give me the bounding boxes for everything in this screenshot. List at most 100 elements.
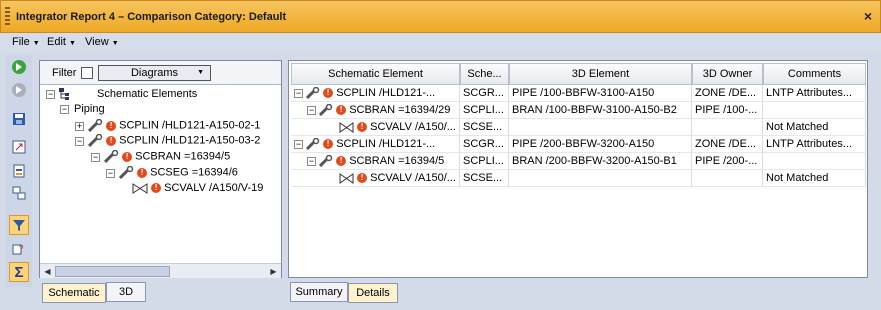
column-header[interactable]: Comments: [763, 63, 866, 85]
scroll-thumb[interactable]: [55, 266, 170, 277]
table-cell: [692, 119, 763, 136]
schematic-element-text: SCPLIN /HLD121-...: [336, 87, 436, 99]
schematic-element-text: SCBRAN =16394/29: [349, 104, 451, 116]
schematic-tree-panel: Filter Diagrams ▼ − Schematic Elements −…: [39, 60, 282, 278]
table-cell: [509, 170, 692, 187]
compare-icon[interactable]: [9, 183, 29, 203]
valve-icon: [339, 172, 354, 184]
gray-forward-icon[interactable]: [9, 80, 29, 100]
table-cell: − ! SCPLIN /HLD121-...: [291, 136, 460, 153]
menu-bar: File ▼ Edit ▼ View ▼: [0, 33, 881, 52]
column-header[interactable]: Schematic Element: [291, 63, 460, 85]
filter-checkbox[interactable]: [81, 67, 93, 79]
table-cell: SCPLI...: [460, 153, 509, 170]
collapse-toggle[interactable]: −: [75, 137, 84, 146]
menu-file-label: File: [12, 36, 30, 48]
scroll-left-icon[interactable]: ◀: [41, 265, 54, 278]
menu-file[interactable]: File ▼: [12, 36, 40, 48]
report-icon[interactable]: [9, 161, 29, 181]
menu-view[interactable]: View ▼: [85, 36, 119, 48]
collapse-toggle[interactable]: −: [91, 153, 100, 162]
pipe-icon: [88, 119, 103, 132]
collapse-toggle[interactable]: −: [106, 169, 115, 178]
table-cell: PIPE /100-...: [692, 102, 763, 119]
valve-icon: [132, 182, 148, 194]
collapse-toggle[interactable]: −: [294, 139, 303, 149]
chevron-down-icon: ▼: [69, 40, 76, 47]
tree-root-icon: [59, 88, 73, 105]
export-icon[interactable]: [9, 137, 29, 157]
green-forward-icon[interactable]: [9, 57, 29, 77]
warning-icon: !: [336, 156, 347, 167]
scroll-right-icon[interactable]: ▶: [267, 265, 280, 278]
schematic-element-text: SCBRAN =16394/5: [349, 155, 445, 167]
toolstrip: ? Σ: [6, 55, 32, 287]
tree-root-label[interactable]: Schematic Elements: [97, 88, 197, 101]
close-icon[interactable]: ×: [864, 8, 872, 24]
tree-item-scplin-2[interactable]: ! SCPLIN /HLD121-A150-03-2: [88, 134, 260, 147]
collapse-toggle[interactable]: −: [307, 156, 316, 166]
filter-dropdown[interactable]: Diagrams ▼: [98, 65, 211, 81]
tab-schematic[interactable]: Schematic: [42, 283, 106, 303]
tab-details[interactable]: Details: [348, 283, 398, 303]
table-cell: − ! SCBRAN =16394/5: [291, 153, 460, 170]
table-cell: LNTP Attributes...: [763, 85, 866, 102]
pipe-icon: [306, 87, 320, 100]
table-cell: ! SCVALV /A150/...: [291, 119, 460, 136]
table-cell: PIPE /200-BBFW-3200-A150: [509, 136, 692, 153]
tree-item-scvalv[interactable]: ! SCVALV /A150/V-19: [132, 182, 263, 195]
table-cell: SCPLI...: [460, 102, 509, 119]
collapse-toggle[interactable]: −: [46, 90, 55, 99]
tree-item-label: SCVALV /A150/V-19: [164, 182, 264, 194]
pipe-icon: [306, 138, 320, 151]
warning-icon: !: [137, 167, 148, 178]
collapse-toggle[interactable]: −: [307, 105, 316, 115]
expand-toggle[interactable]: +: [75, 122, 84, 131]
filter-icon[interactable]: [9, 215, 29, 235]
table-cell: ZONE /DE...: [692, 136, 763, 153]
tree-item-piping[interactable]: Piping: [74, 103, 105, 116]
comparison-table: Schematic Element Sche... 3D Element 3D …: [288, 60, 868, 278]
collapse-toggle[interactable]: −: [60, 105, 69, 114]
chevron-down-icon: ▼: [197, 69, 204, 76]
menu-edit[interactable]: Edit ▼: [47, 36, 76, 48]
column-header[interactable]: 3D Element: [509, 63, 692, 85]
table-cell: [692, 170, 763, 187]
schematic-element-text: SCVALV /A150/...: [370, 121, 456, 133]
tab-details-label: Details: [356, 287, 390, 299]
table-cell: Not Matched: [763, 170, 866, 187]
tree-item-scplin-1[interactable]: ! SCPLIN /HLD121-A150-02-1: [88, 119, 260, 132]
tree-item-scbran[interactable]: ! SCBRAN =16394/5: [104, 150, 230, 163]
chevron-down-icon: ▼: [111, 40, 119, 47]
table-cell: SCSE...: [460, 170, 509, 187]
sum-icon[interactable]: Σ: [9, 262, 29, 282]
table-cell: − ! SCPLIN /HLD121-...: [291, 85, 460, 102]
column-header[interactable]: 3D Owner: [692, 63, 763, 85]
filter-label: Filter: [52, 67, 77, 79]
title-bar: Integrator Report 4 – Comparison Categor…: [0, 0, 881, 33]
tab-summary[interactable]: Summary: [290, 282, 348, 302]
table-cell: PIPE /100-BBFW-3100-A150: [509, 85, 692, 102]
menu-edit-label: Edit: [47, 36, 66, 48]
filter-dropdown-value: Diagrams: [130, 67, 179, 79]
column-header[interactable]: Sche...: [460, 63, 509, 85]
drag-grip[interactable]: [5, 7, 10, 27]
save-icon[interactable]: [9, 109, 29, 129]
table-cell: BRAN /200-BBFW-3200-A150-B1: [509, 153, 692, 170]
schematic-element-text: SCPLIN /HLD121-...: [336, 138, 436, 150]
collapse-toggle[interactable]: −: [294, 88, 303, 98]
tree-item-label: SCPLIN /HLD121-A150-03-2: [119, 134, 261, 147]
table-cell: − ! SCBRAN =16394/29: [291, 102, 460, 119]
horizontal-scrollbar[interactable]: ◀ ▶: [40, 263, 281, 278]
tree-view: − Schematic Elements − Piping + ! SCPLIN…: [40, 85, 281, 263]
warning-icon: !: [357, 173, 368, 184]
menu-view-label: View: [85, 36, 109, 48]
pipe-icon: [88, 134, 103, 147]
svg-text:?: ?: [19, 244, 24, 253]
tab-3d[interactable]: 3D: [106, 282, 146, 302]
table-cell: [509, 119, 692, 136]
tree-item-scseg[interactable]: ! SCSEG =16394/6: [119, 166, 238, 179]
table-cell: [763, 102, 866, 119]
tab-3d-label: 3D: [118, 286, 134, 298]
attributes-icon[interactable]: ?: [9, 239, 29, 259]
